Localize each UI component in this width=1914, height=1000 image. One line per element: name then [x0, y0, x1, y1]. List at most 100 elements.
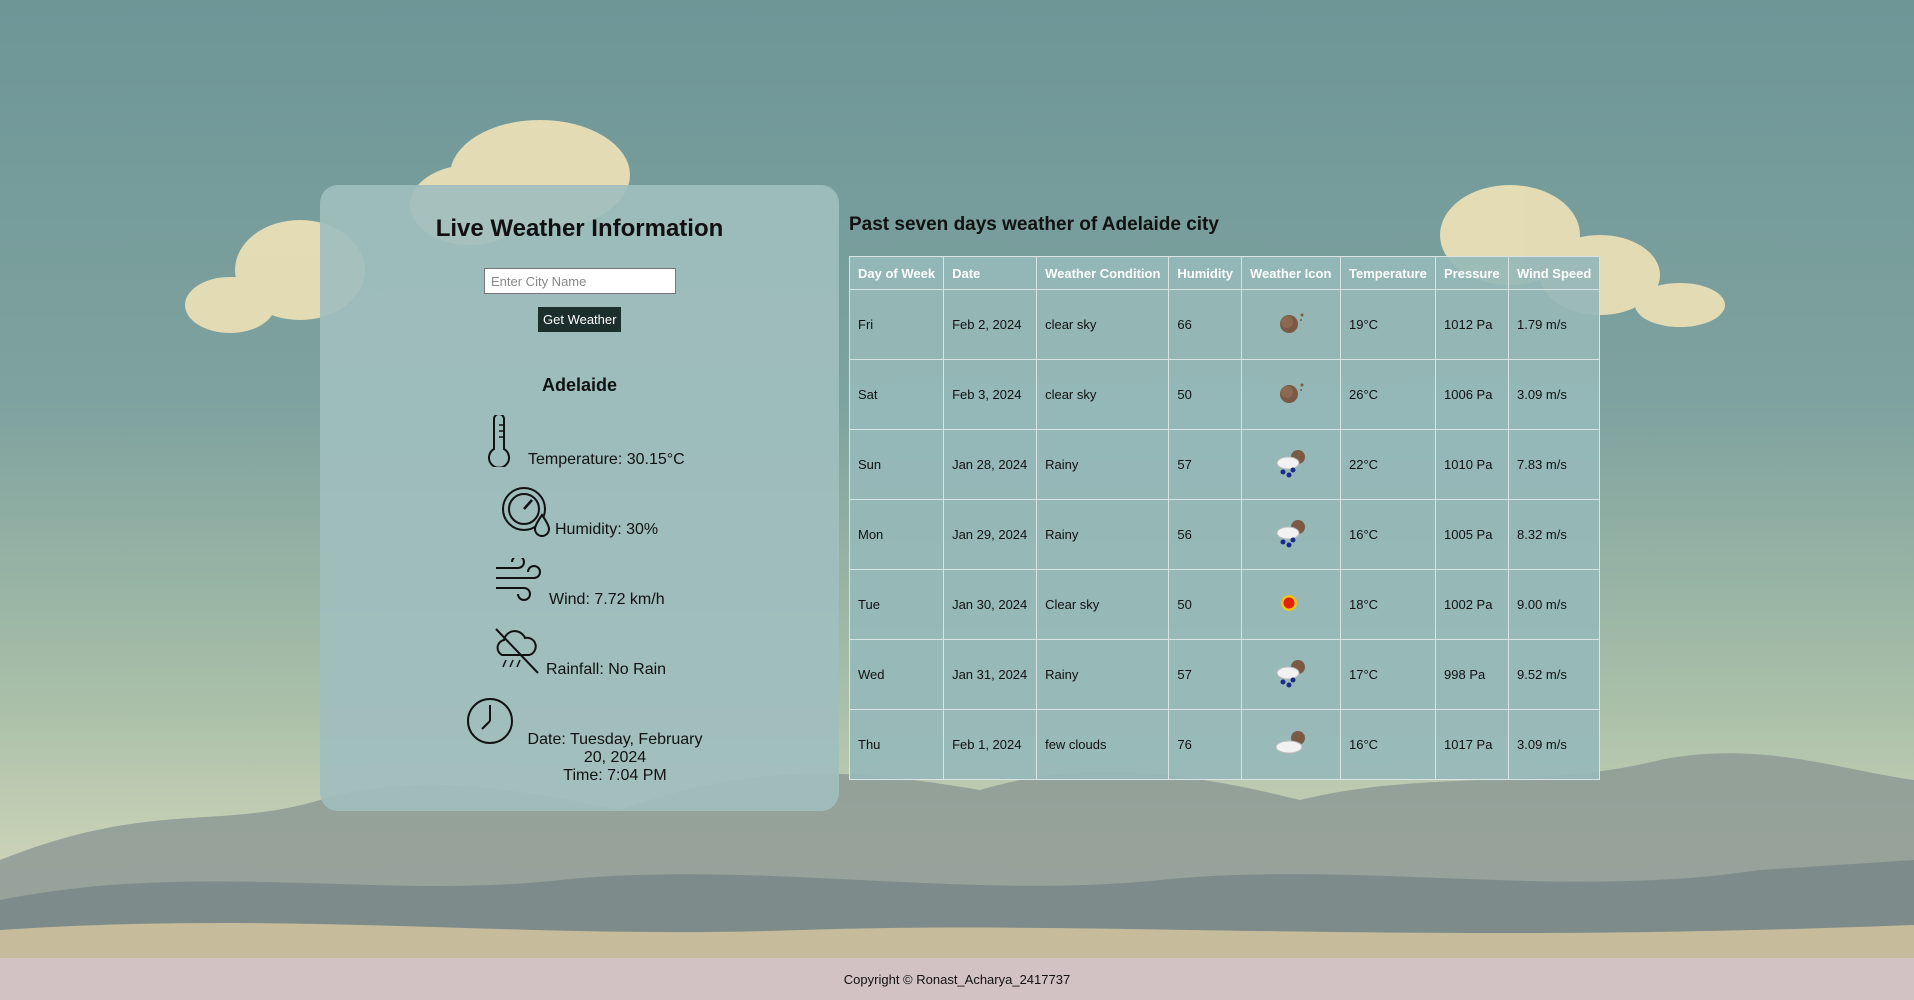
table-row: Sun Jan 28, 2024 Rainy 57 22°C 1010 Pa 7…: [848, 429, 1601, 500]
cell-condition: Clear sky: [1036, 569, 1170, 640]
cell-icon: [1241, 499, 1342, 570]
cell-date: Feb 1, 2024: [943, 709, 1038, 780]
cell-day: Fri: [848, 289, 945, 360]
cell-day: Thu: [848, 709, 945, 780]
cell-wind: 3.09 m/s: [1508, 359, 1601, 430]
humidity-gauge-icon: [502, 487, 551, 537]
cell-condition: Rainy: [1036, 429, 1170, 500]
table-row: Thu Feb 1, 2024 few clouds 76 16°C 1017 …: [848, 709, 1601, 780]
cell-temperature: 16°C: [1340, 499, 1437, 570]
cell-pressure: 1002 Pa: [1435, 569, 1510, 640]
cell-temperature: 22°C: [1340, 429, 1437, 500]
history-table: Day of Week Date Weather Condition Humid…: [848, 256, 1601, 780]
clear-night-icon: [1280, 313, 1304, 333]
date-time-block: Date: Tuesday, February 20, 2024 Time: 7…: [510, 731, 720, 785]
card-title: Live Weather Information: [435, 215, 724, 242]
cell-date: Jan 29, 2024: [943, 499, 1038, 570]
cell-humidity: 50: [1168, 359, 1243, 430]
cell-condition: Rainy: [1036, 499, 1170, 570]
cell-wind: 7.83 m/s: [1508, 429, 1601, 500]
rainfall-stat: Rainfall: No Rain: [546, 661, 667, 678]
cell-icon: [1241, 639, 1342, 710]
cell-icon: [1241, 569, 1342, 640]
few-clouds-night-icon: [1275, 731, 1306, 754]
date-line-1: Date: Tuesday, February: [527, 731, 703, 748]
cell-humidity: 56: [1168, 499, 1243, 570]
header-humidity: Humidity: [1168, 256, 1243, 290]
header-date: Date: [943, 256, 1038, 290]
time-line: Time: 7:04 PM: [563, 767, 667, 784]
header-condition: Weather Condition: [1036, 256, 1170, 290]
no-rain-icon: [495, 628, 539, 674]
cell-humidity: 57: [1168, 639, 1243, 710]
cell-pressure: 1005 Pa: [1435, 499, 1510, 570]
cell-humidity: 66: [1168, 289, 1243, 360]
thermometer-icon: [488, 415, 510, 467]
header-temperature: Temperature: [1340, 256, 1437, 290]
wind-icon: [496, 558, 541, 601]
cell-humidity: 57: [1168, 429, 1243, 500]
cell-date: Jan 28, 2024: [943, 429, 1038, 500]
cell-pressure: 1017 Pa: [1435, 709, 1510, 780]
cell-icon: [1241, 429, 1342, 500]
cell-day: Mon: [848, 499, 945, 570]
cell-pressure: 1010 Pa: [1435, 429, 1510, 500]
cell-day: Sat: [848, 359, 945, 430]
city-search-input[interactable]: [484, 268, 676, 294]
cell-temperature: 17°C: [1340, 639, 1437, 710]
cell-wind: 9.52 m/s: [1508, 639, 1601, 710]
clear-night-icon: [1280, 383, 1304, 403]
history-title: Past seven days weather of Adelaide city: [849, 214, 1219, 235]
cell-pressure: 1006 Pa: [1435, 359, 1510, 430]
table-row: Tue Jan 30, 2024 Clear sky 50 18°C 1002 …: [848, 569, 1601, 640]
cell-day: Tue: [848, 569, 945, 640]
rain-night-icon: [1276, 520, 1306, 548]
cell-condition: clear sky: [1036, 289, 1170, 360]
cell-date: Feb 3, 2024: [943, 359, 1038, 430]
cell-temperature: 18°C: [1340, 569, 1437, 640]
clock-icon: [467, 698, 513, 744]
cell-temperature: 26°C: [1340, 359, 1437, 430]
humidity-stat: Humidity: 30%: [555, 521, 659, 538]
cell-date: Jan 30, 2024: [943, 569, 1038, 640]
cell-humidity: 76: [1168, 709, 1243, 780]
cell-condition: clear sky: [1036, 359, 1170, 430]
cell-humidity: 50: [1168, 569, 1243, 640]
cell-icon: [1241, 289, 1342, 360]
table-header-row: Day of Week Date Weather Condition Humid…: [848, 256, 1601, 290]
table-row: Mon Jan 29, 2024 Rainy 56 16°C 1005 Pa 8…: [848, 499, 1601, 570]
get-weather-button[interactable]: Get Weather: [538, 307, 622, 332]
date-line-2: 20, 2024: [583, 749, 647, 766]
rain-night-icon: [1276, 450, 1306, 478]
cell-wind: 9.00 m/s: [1508, 569, 1601, 640]
cell-pressure: 1012 Pa: [1435, 289, 1510, 360]
header-pressure: Pressure: [1435, 256, 1510, 290]
header-wind: Wind Speed: [1508, 256, 1601, 290]
cell-temperature: 19°C: [1340, 289, 1437, 360]
cell-pressure: 998 Pa: [1435, 639, 1510, 710]
cell-date: Feb 2, 2024: [943, 289, 1038, 360]
temperature-stat: Temperature: 30.15°C: [528, 451, 685, 468]
city-name: Adelaide: [541, 375, 618, 395]
header-day: Day of Week: [848, 256, 945, 290]
cell-day: Wed: [848, 639, 945, 710]
cell-condition: Rainy: [1036, 639, 1170, 710]
header-icon: Weather Icon: [1241, 256, 1342, 290]
cell-day: Sun: [848, 429, 945, 500]
cell-temperature: 16°C: [1340, 709, 1437, 780]
copyright-text: Copyright © Ronast_Acharya_2417737: [843, 971, 1071, 987]
cell-condition: few clouds: [1036, 709, 1170, 780]
cell-wind: 1.79 m/s: [1508, 289, 1601, 360]
rain-night-icon: [1276, 660, 1306, 688]
wind-stat: Wind: 7.72 km/h: [549, 591, 665, 608]
cell-wind: 3.09 m/s: [1508, 709, 1601, 780]
cell-wind: 8.32 m/s: [1508, 499, 1601, 570]
live-weather-card: Live Weather Information Get Weather Ade…: [320, 185, 839, 811]
cell-date: Jan 31, 2024: [943, 639, 1038, 710]
table-row: Sat Feb 3, 2024 clear sky 50 26°C 1006 P…: [848, 359, 1601, 430]
footer: Copyright © Ronast_Acharya_2417737: [0, 958, 1914, 1000]
table-row: Wed Jan 31, 2024 Rainy 57 17°C 998 Pa 9.…: [848, 639, 1601, 710]
table-row: Fri Feb 2, 2024 clear sky 66 19°C 1012 P…: [848, 289, 1601, 360]
cell-icon: [1241, 359, 1342, 430]
sun-icon: [1281, 595, 1298, 611]
